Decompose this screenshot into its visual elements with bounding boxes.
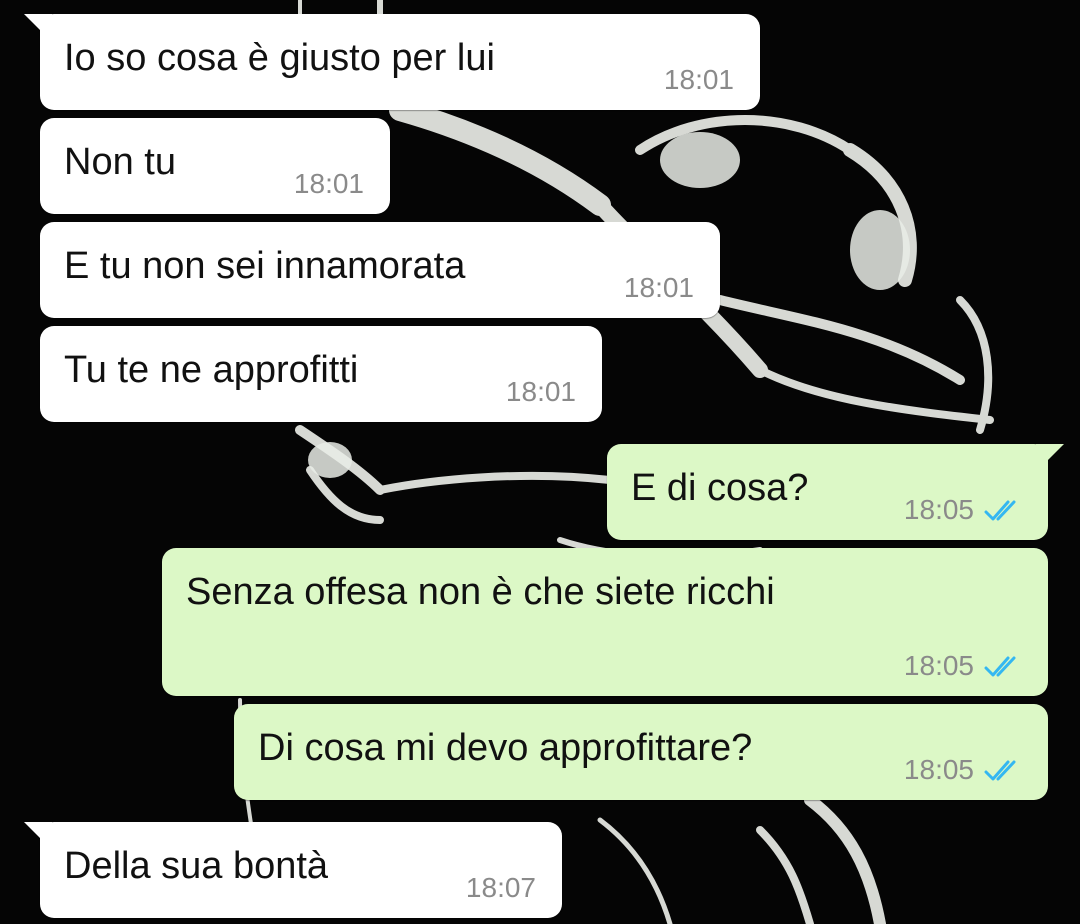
incoming-message[interactable]: Non tu 18:01 [40,118,390,214]
message-timestamp: 18:05 [903,494,974,525]
message-timestamp: 18:01 [663,64,734,95]
message-text: Senza offesa non è che siete ricchi [186,571,775,613]
message-text: Di cosa mi devo approfittare? [258,727,753,769]
read-double-check-icon [984,500,1016,521]
read-double-check-icon [984,760,1016,781]
outgoing-message[interactable]: Senza offesa non è che siete ricchi 18:0… [162,548,1048,696]
bubble-tail-icon [1036,444,1064,472]
message-text: Della sua bontà [64,845,329,887]
incoming-message[interactable]: Tu te ne approfitti 18:01 [40,326,602,422]
message-text: E tu non sei innamorata [64,245,466,287]
bubble-tail-icon [24,822,52,850]
message-text: E di cosa? [631,467,809,509]
incoming-message[interactable]: Io so cosa è giusto per lui 18:01 [24,14,760,110]
message-text: Tu te ne approfitti [64,349,359,391]
message-timestamp: 18:01 [623,272,694,303]
message-timestamp: 18:05 [903,754,974,785]
outgoing-message[interactable]: E di cosa? 18:05 [607,444,1064,540]
message-timestamp: 18:01 [505,376,576,407]
outgoing-message[interactable]: Di cosa mi devo approfittare? 18:05 [234,704,1048,800]
incoming-message[interactable]: Della sua bontà 18:07 [24,822,562,918]
read-double-check-icon [984,656,1016,677]
message-timestamp: 18:07 [465,872,536,903]
message-timestamp: 18:01 [293,168,364,199]
bubble-tail-icon [24,14,52,42]
message-text: Io so cosa è giusto per lui [64,37,495,79]
message-text: Non tu [64,141,176,183]
incoming-message[interactable]: E tu non sei innamorata 18:01 [40,222,720,318]
message-timestamp: 18:05 [903,650,974,681]
